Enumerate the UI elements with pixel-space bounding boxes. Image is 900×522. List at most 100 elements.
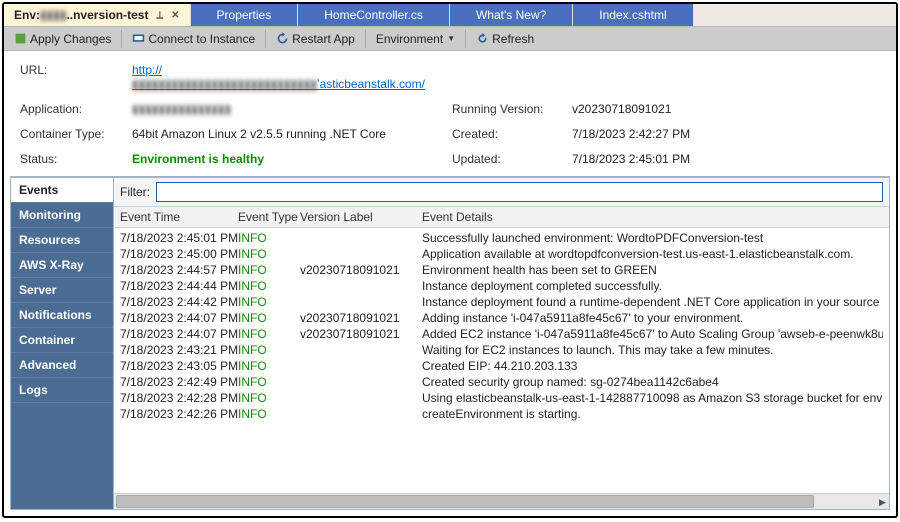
updated-label: Updated: xyxy=(452,152,572,166)
horizontal-scrollbar[interactable]: ◀ ▶ xyxy=(114,493,889,509)
event-details: Using elasticbeanstalk-us-east-1-1428877… xyxy=(422,390,883,406)
refresh-button[interactable]: Refresh xyxy=(472,31,538,47)
event-version xyxy=(300,246,422,262)
event-row[interactable]: 7/18/2023 2:44:07 PMINFOv20230718091021A… xyxy=(114,326,889,342)
event-row[interactable]: 7/18/2023 2:44:07 PMINFOv20230718091021A… xyxy=(114,310,889,326)
events-header: Event Time Event Type Version Label Even… xyxy=(114,207,889,228)
event-time: 7/18/2023 2:42:26 PM xyxy=(120,406,238,422)
restart-label: Restart App xyxy=(292,32,355,46)
event-row[interactable]: 7/18/2023 2:43:05 PMINFOCreated EIP: 44.… xyxy=(114,358,889,374)
event-time: 7/18/2023 2:42:49 PM xyxy=(120,374,238,390)
refresh-label: Refresh xyxy=(492,32,534,46)
restart-icon xyxy=(276,32,289,45)
tab-properties[interactable]: Properties xyxy=(191,4,299,26)
event-details: Waiting for EC2 instances to launch. Thi… xyxy=(422,342,883,358)
url-label: URL: xyxy=(20,63,132,91)
environment-menu[interactable]: Environment ▼ xyxy=(372,31,459,47)
event-version xyxy=(300,230,422,246)
events-rows: 7/18/2023 2:45:01 PMINFOSuccessfully lau… xyxy=(114,228,889,493)
event-row[interactable]: 7/18/2023 2:44:44 PMINFOInstance deploym… xyxy=(114,278,889,294)
environment-summary: URL: http://▮▮▮▮▮▮▮▮▮▮▮▮▮▮▮▮▮▮▮▮▮▮▮▮▮▮▮▮… xyxy=(4,51,896,174)
sidenav-advanced[interactable]: Advanced xyxy=(11,353,113,378)
event-row[interactable]: 7/18/2023 2:42:26 PMINFOcreateEnvironmen… xyxy=(114,406,889,422)
scroll-thumb[interactable] xyxy=(116,495,814,508)
url-link[interactable]: http://▮▮▮▮▮▮▮▮▮▮▮▮▮▮▮▮▮▮▮▮▮▮▮▮▮▮▮▮ʼasti… xyxy=(132,63,425,91)
restart-app-button[interactable]: Restart App xyxy=(272,31,359,47)
pin-icon[interactable]: ⟂ xyxy=(156,10,163,21)
application-label: Application: xyxy=(20,102,132,116)
tab-env-active[interactable]: Env: ▮▮▮▮ ..nversion-test ⟂ ✕ xyxy=(4,4,191,26)
event-row[interactable]: 7/18/2023 2:42:28 PMINFOUsing elasticbea… xyxy=(114,390,889,406)
filter-input[interactable] xyxy=(156,182,883,202)
status-value: Environment is healthy xyxy=(132,152,452,166)
event-row[interactable]: 7/18/2023 2:45:01 PMINFOSuccessfully lau… xyxy=(114,230,889,246)
tab-index-cshtml[interactable]: Index.cshtml xyxy=(573,4,693,26)
separator xyxy=(265,30,266,48)
separator xyxy=(121,30,122,48)
apply-label: Apply Changes xyxy=(30,32,111,46)
url-redacted: ▮▮▮▮▮▮▮▮▮▮▮▮▮▮▮▮▮▮▮▮▮▮▮▮▮▮▮▮ xyxy=(132,77,317,91)
sidenav-server[interactable]: Server xyxy=(11,278,113,303)
refresh-icon xyxy=(476,32,489,45)
event-details: Created EIP: 44.210.203.133 xyxy=(422,358,883,374)
connect-instance-button[interactable]: Connect to Instance xyxy=(128,31,259,47)
tab-env-label-redacted: ▮▮▮▮ xyxy=(40,8,66,22)
url-value[interactable]: http://▮▮▮▮▮▮▮▮▮▮▮▮▮▮▮▮▮▮▮▮▮▮▮▮▮▮▮▮ʼasti… xyxy=(132,63,452,91)
event-version: v20230718091021 xyxy=(300,326,422,342)
event-version xyxy=(300,294,422,310)
sidenav-logs[interactable]: Logs xyxy=(11,378,113,403)
url-prefix: http:// xyxy=(132,63,162,77)
event-type: INFO xyxy=(238,294,300,310)
url-suffix: ʼasticbeanstalk.com/ xyxy=(317,77,425,91)
event-version xyxy=(300,358,422,374)
event-details: Instance deployment found a runtime-depe… xyxy=(422,294,883,310)
container-type-value: 64bit Amazon Linux 2 v2.5.5 running .NET… xyxy=(132,127,452,141)
col-event-details[interactable]: Event Details xyxy=(422,210,883,224)
main-panel: Events Monitoring Resources AWS X-Ray Se… xyxy=(10,176,890,510)
chevron-down-icon: ▼ xyxy=(447,34,455,43)
event-version xyxy=(300,406,422,422)
event-details: Environment health has been set to GREEN xyxy=(422,262,883,278)
sidenav-notifications[interactable]: Notifications xyxy=(11,303,113,328)
event-version: v20230718091021 xyxy=(300,262,422,278)
event-type: INFO xyxy=(238,262,300,278)
filter-label: Filter: xyxy=(120,185,150,199)
event-type: INFO xyxy=(238,390,300,406)
col-event-type[interactable]: Event Type xyxy=(238,210,300,224)
col-event-time[interactable]: Event Time xyxy=(120,210,238,224)
event-type: INFO xyxy=(238,246,300,262)
event-row[interactable]: 7/18/2023 2:44:57 PMINFOv20230718091021E… xyxy=(114,262,889,278)
tab-homecontroller[interactable]: HomeController.cs xyxy=(298,4,450,26)
sidenav-monitoring[interactable]: Monitoring xyxy=(11,203,113,228)
sidenav-resources[interactable]: Resources xyxy=(11,228,113,253)
event-row[interactable]: 7/18/2023 2:43:21 PMINFOWaiting for EC2 … xyxy=(114,342,889,358)
event-details: Created security group named: sg-0274bea… xyxy=(422,374,883,390)
event-type: INFO xyxy=(238,342,300,358)
sidenav-container[interactable]: Container xyxy=(11,328,113,353)
sidenav-events[interactable]: Events xyxy=(11,178,113,203)
running-version-value: v20230718091021 xyxy=(572,102,772,116)
event-row[interactable]: 7/18/2023 2:44:42 PMINFO Instance deploym… xyxy=(114,294,889,310)
event-version: v20230718091021 xyxy=(300,310,422,326)
event-time: 7/18/2023 2:45:00 PM xyxy=(120,246,238,262)
tab-whats-new[interactable]: What's New? xyxy=(450,4,573,26)
sidenav-xray[interactable]: AWS X-Ray xyxy=(11,253,113,278)
tab-env-label-suffix: ..nversion-test xyxy=(66,8,148,22)
connect-label: Connect to Instance xyxy=(148,32,255,46)
separator xyxy=(365,30,366,48)
event-row[interactable]: 7/18/2023 2:42:49 PMINFOCreated security… xyxy=(114,374,889,390)
apply-icon xyxy=(14,32,27,45)
col-version-label[interactable]: Version Label xyxy=(300,210,422,224)
separator xyxy=(465,30,466,48)
apply-changes-button[interactable]: Apply Changes xyxy=(10,31,115,47)
scroll-right-icon[interactable]: ▶ xyxy=(875,494,890,510)
event-type: INFO xyxy=(238,326,300,342)
close-icon[interactable]: ✕ xyxy=(171,10,179,21)
filter-bar: Filter: xyxy=(114,178,889,207)
event-time: 7/18/2023 2:44:42 PM xyxy=(120,294,238,310)
event-type: INFO xyxy=(238,278,300,294)
event-version xyxy=(300,342,422,358)
event-details: Application available at wordtopdfconver… xyxy=(422,246,883,262)
event-type: INFO xyxy=(238,358,300,374)
event-row[interactable]: 7/18/2023 2:45:00 PMINFO Application avai… xyxy=(114,246,889,262)
